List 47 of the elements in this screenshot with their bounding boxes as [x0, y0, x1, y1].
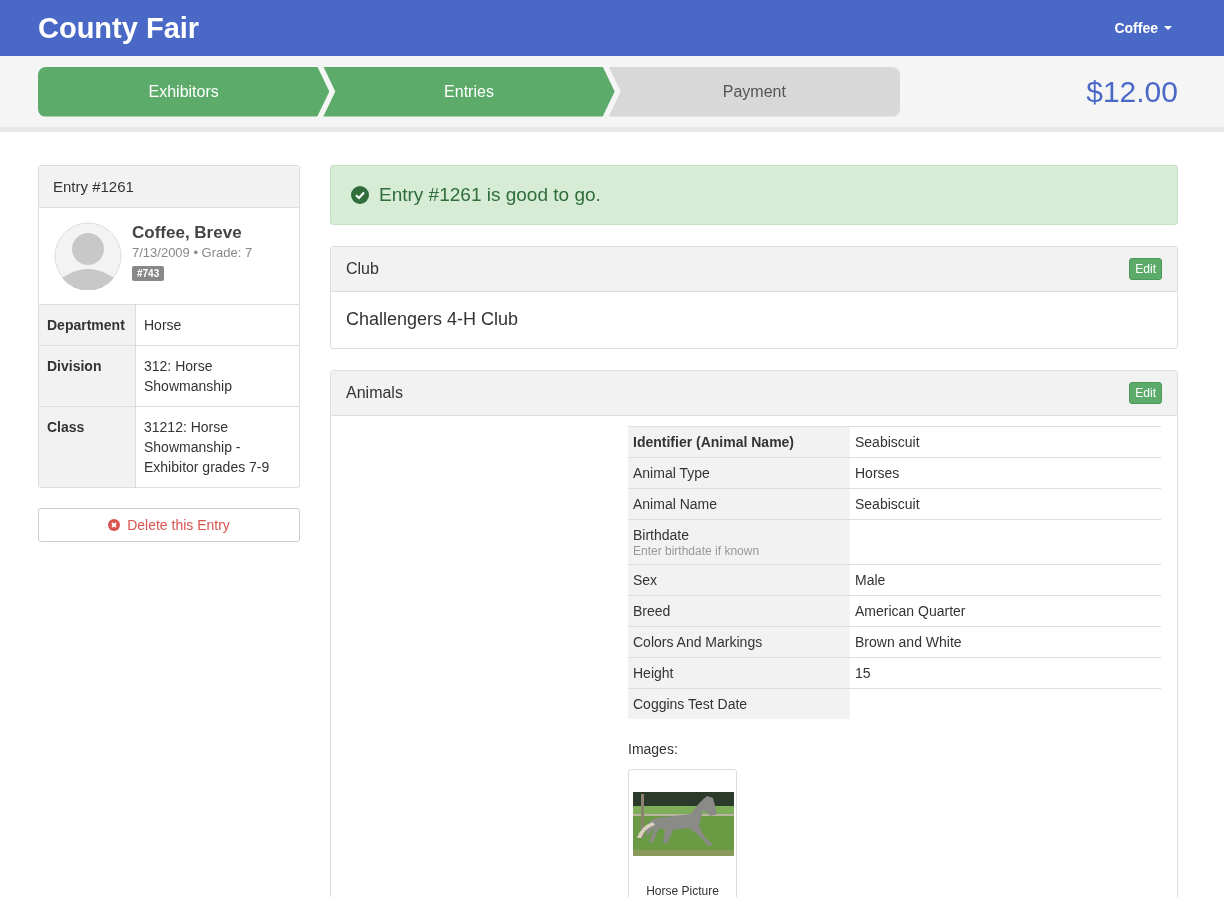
total-amount: $12.00: [1086, 74, 1178, 109]
field-value: Seabiscuit: [855, 434, 920, 450]
edit-button[interactable]: Edit: [1129, 382, 1162, 404]
avatar-icon: [54, 222, 122, 290]
exhibitor-name: Coffee, Breve: [132, 223, 243, 243]
row-label: Division: [39, 345, 136, 407]
field-value: Brown and White: [855, 634, 962, 650]
field-label: Sex: [633, 571, 659, 589]
field-label: Breed: [633, 602, 672, 620]
row-label: Class: [39, 406, 136, 487]
panel-title: Club: [346, 260, 379, 278]
field-label: Colors And Markings: [633, 633, 764, 651]
field-hint: Enter birthdate if known: [633, 544, 761, 558]
row-value: 312: Horse Showmanship: [135, 345, 299, 407]
progress-step[interactable]: Payment: [608, 66, 900, 117]
close-circle-icon: [108, 519, 121, 531]
image-thumbnail[interactable]: Horse Picture: [628, 769, 737, 897]
field-label: Coggins Test Date: [633, 695, 749, 713]
images-label: Images:: [628, 741, 679, 757]
field-value: Seabiscuit: [855, 496, 920, 512]
exhibitor-details: 7/13/2009 • Grade: 7: [132, 245, 253, 260]
field-value: Horses: [855, 465, 900, 481]
panel-title: Animals: [346, 384, 403, 402]
field-value: American Quarter: [855, 603, 966, 619]
alert-message: Entry #1261 is good to go.: [379, 184, 601, 206]
progress-step[interactable]: Entries: [323, 66, 615, 117]
field-label: Animal Type: [633, 464, 711, 482]
user-menu[interactable]: Coffee: [1114, 20, 1172, 36]
row-value: 31212: Horse Showmanship - Exhibitor grades 7-9: [135, 406, 299, 487]
field-value: 15: [855, 665, 871, 681]
field-value: Male: [855, 572, 886, 588]
field-label: Birthdate: [633, 526, 691, 544]
image-caption: Horse Picture: [645, 884, 720, 897]
card-title: Entry #1261: [39, 166, 299, 208]
club-name: Challengers 4-H Club: [345, 308, 520, 331]
progress-step[interactable]: Exhibitors: [38, 66, 330, 117]
field-label: Animal Name: [633, 495, 719, 513]
delete-button[interactable]: Delete this Entry: [38, 508, 300, 542]
row-label: Department: [39, 305, 136, 346]
exhibitor-number-badge: #743: [132, 266, 165, 281]
caret-icon: [1164, 26, 1172, 30]
check-circle-icon: [351, 186, 369, 204]
row-value: Horse: [135, 305, 299, 346]
brand-link[interactable]: County Fair: [38, 11, 200, 45]
field-label: Height: [633, 664, 675, 682]
field-label: Identifier (Animal Name): [633, 433, 796, 451]
edit-button[interactable]: Edit: [1129, 258, 1162, 280]
